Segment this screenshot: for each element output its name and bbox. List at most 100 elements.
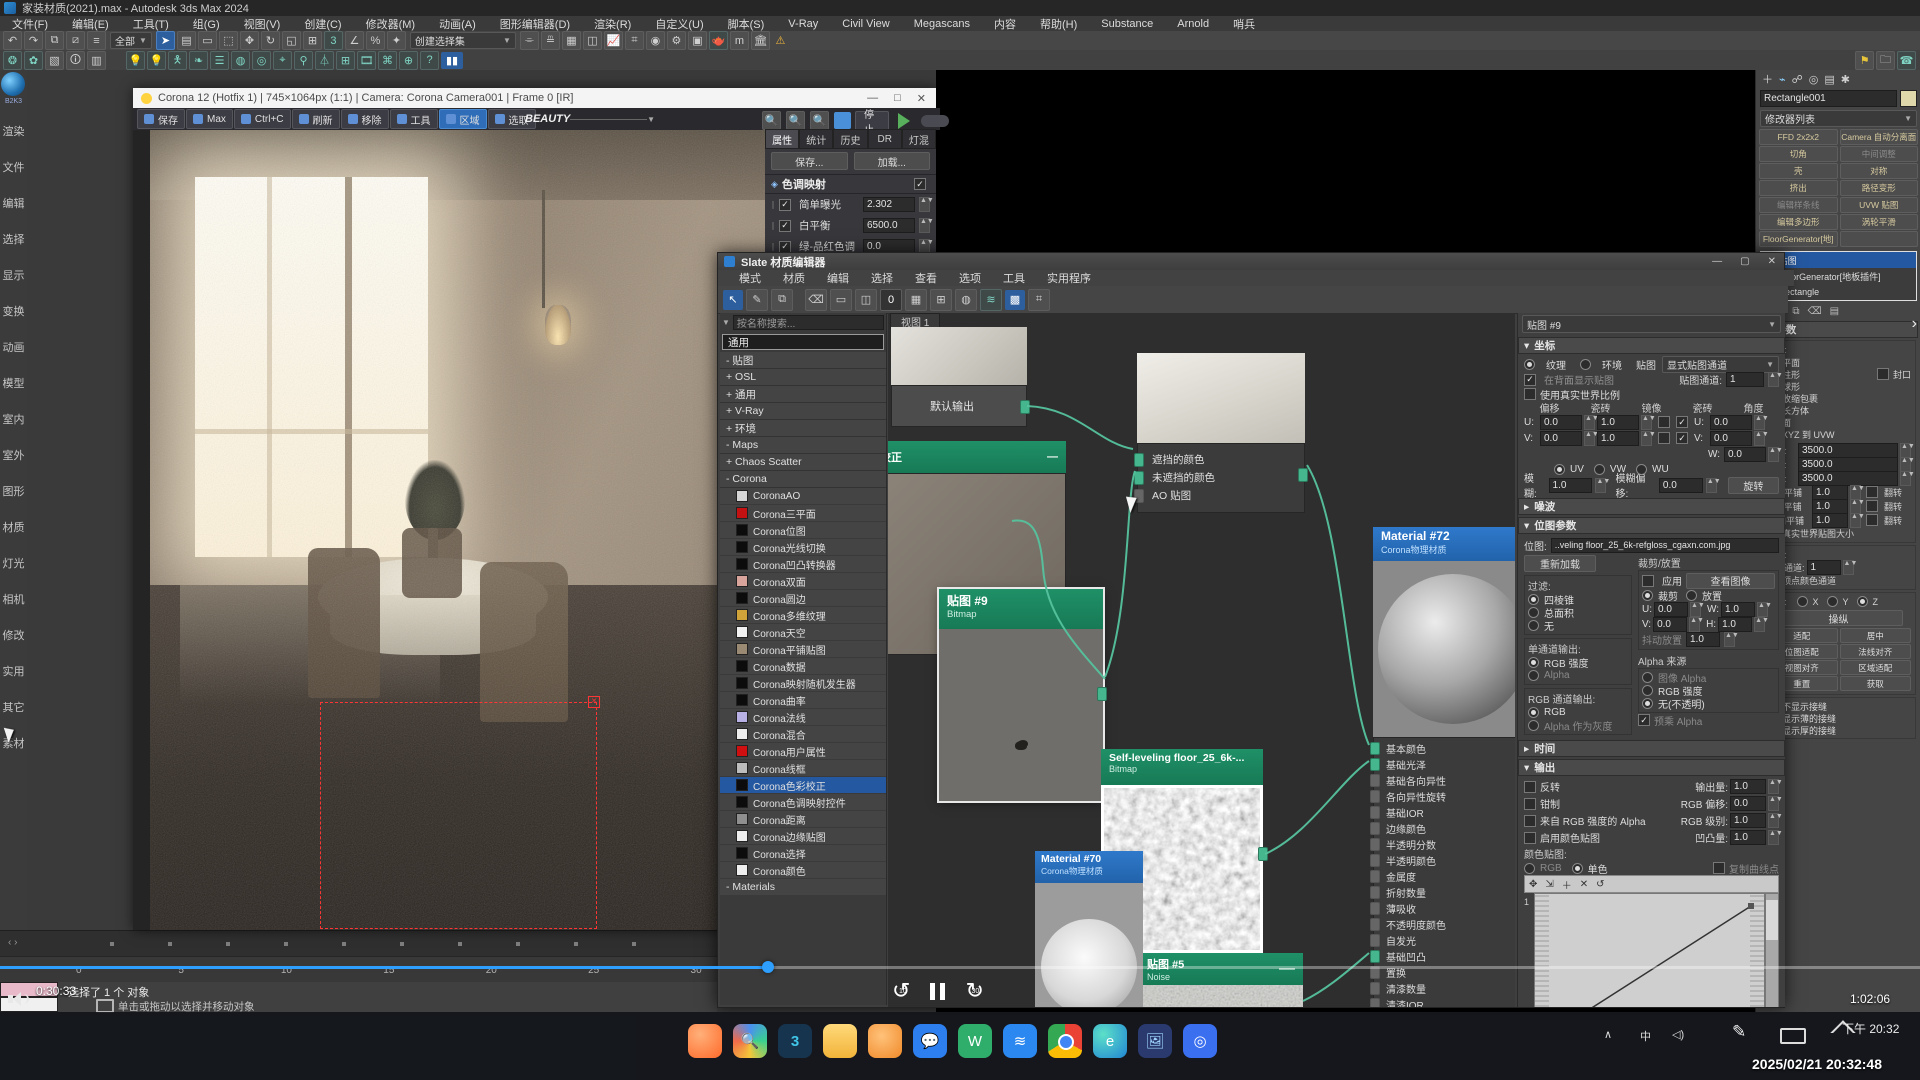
node-corona-ao[interactable]: 遮挡的颜色 未遮挡的颜色 AO 贴图	[1137, 353, 1305, 513]
vfb-tone-mapping-header[interactable]: 色调映射	[782, 176, 826, 192]
input-socket[interactable]	[1370, 774, 1380, 787]
mirror-icon[interactable]: ⌯	[520, 31, 539, 50]
taskbar-app-3dsmax[interactable]: 3	[778, 1024, 812, 1058]
pause-button[interactable]	[930, 983, 945, 1000]
browser-map-item[interactable]: Corona用户属性	[720, 743, 886, 760]
crop-h-field[interactable]: 1.0	[1718, 617, 1752, 632]
modifier-button[interactable]	[1840, 231, 1919, 247]
volume-button[interactable]	[8, 992, 29, 1006]
sidebar-item[interactable]: 动画	[0, 330, 27, 366]
browser-map-item[interactable]: Corona天空	[720, 624, 886, 641]
menu-item[interactable]: 图形编辑器(D)	[488, 16, 582, 32]
stack-remove-icon[interactable]: ⌫	[1808, 306, 1822, 317]
tile-field[interactable]: 1.0	[1812, 485, 1848, 500]
vfb-row-checkbox[interactable]: ✓	[779, 241, 791, 253]
blur-offset-field[interactable]: 0.0	[1659, 478, 1703, 493]
rotate-icon[interactable]: ↻	[261, 31, 280, 50]
graphite-icon[interactable]: ◫	[583, 31, 602, 50]
bitmap-path-field[interactable]: ..veling floor_25_6k-refgloss_cgaxn.com.…	[1551, 538, 1779, 553]
menu-item[interactable]: 组(G)	[181, 16, 232, 32]
browser-map-item[interactable]: Corona圆边	[720, 590, 886, 607]
output-rollout[interactable]: ▾输出	[1518, 759, 1785, 776]
browser-category[interactable]: - Maps	[720, 437, 886, 454]
environ-radio[interactable]	[1580, 359, 1591, 370]
render-icon[interactable]: 🫖	[709, 31, 728, 50]
crop-u-field[interactable]: 0.0	[1654, 602, 1688, 617]
taskbar-app-edge[interactable]: e	[1093, 1024, 1127, 1058]
redo-icon[interactable]: ↷	[24, 31, 43, 50]
browser-category[interactable]: + Chaos Scatter	[720, 454, 886, 471]
tool-globe-icon[interactable]: ⊕	[399, 51, 418, 70]
sidebar-item[interactable]: 室外	[0, 438, 27, 474]
axis-radio[interactable]	[1827, 596, 1838, 607]
modifier-button[interactable]: Camera 自动分离面	[1840, 129, 1919, 145]
filter-radio[interactable]	[1528, 620, 1539, 631]
map9-output-socket[interactable]	[1097, 687, 1107, 701]
v-tiling-field[interactable]: 1.0	[1597, 431, 1639, 446]
tool-net-icon[interactable]: ⌘	[378, 51, 397, 70]
w-angle-field[interactable]: 0.0	[1724, 447, 1766, 462]
view-image-button[interactable]: 查看图像	[1686, 573, 1775, 589]
ao-output-socket[interactable]	[1298, 468, 1308, 482]
cmd-map-channel-field[interactable]: 1	[1807, 560, 1841, 575]
browser-category[interactable]: + OSL	[720, 369, 886, 386]
tool-video-icon[interactable]: 🎞	[357, 51, 376, 70]
stack-unique-icon[interactable]: ⧉	[1792, 306, 1799, 317]
tile-spinner[interactable]: ▲▼	[1850, 513, 1861, 528]
align-button[interactable]: 区域适配	[1840, 660, 1912, 675]
browser-header-general[interactable]: 通用	[722, 334, 884, 350]
node-material70[interactable]: Material #70 Corona物理材质	[1035, 851, 1143, 1007]
v-angle-field[interactable]: 0.0	[1710, 431, 1752, 446]
blur-field[interactable]: 1.0	[1549, 478, 1593, 493]
time-rollout[interactable]: ▸时间	[1518, 740, 1785, 757]
select-region-icon[interactable]: ▭	[198, 31, 217, 50]
slate-delete-icon[interactable]: ⌫	[805, 289, 827, 311]
alpha-radio[interactable]	[1642, 685, 1653, 696]
sidebar-item[interactable]: 灯光	[0, 546, 27, 582]
dimension-spinner[interactable]: ▲▼	[1900, 443, 1911, 458]
tool-list-icon[interactable]: ☰	[210, 51, 229, 70]
tray-ime-icon[interactable]: 中	[1640, 1028, 1651, 1044]
browser-map-item[interactable]: Corona三平面	[720, 505, 886, 522]
browser-map-item[interactable]: Corona映射随机发生器	[720, 675, 886, 692]
script-icon-4[interactable]: 🛈	[66, 51, 85, 70]
v-offset-field[interactable]: 0.0	[1540, 431, 1582, 446]
script-icon-3[interactable]: ▧	[45, 51, 64, 70]
browser-category[interactable]: - Corona	[720, 471, 886, 488]
slate-material-id-icon[interactable]: ◍	[955, 289, 977, 311]
vfb-tab[interactable]: 属性	[765, 129, 799, 149]
slate-menu-item[interactable]: 工具	[992, 270, 1036, 286]
slate-menu-item[interactable]: 编辑	[816, 270, 860, 286]
collapse-icon[interactable]: —	[1047, 451, 1058, 463]
input-socket[interactable]	[1370, 806, 1380, 819]
sidebar-item[interactable]: 相机	[0, 582, 27, 618]
coords-rollout[interactable]: ▾坐标	[1518, 337, 1785, 354]
rewind-10-button[interactable]: ↺ 10	[892, 978, 910, 1004]
unlink-icon[interactable]: ⧄	[66, 31, 85, 50]
cmd-map-channel-spinner[interactable]: ▲▼	[1843, 560, 1854, 575]
vfb-stop-button[interactable]: 停止	[855, 111, 889, 131]
modifier-button[interactable]: 编辑样条线	[1759, 197, 1838, 213]
vfb-tool-button[interactable]: 刷新	[292, 109, 340, 129]
modifier-button[interactable]: 壳	[1759, 163, 1838, 179]
annotate-pencil-icon[interactable]: ✎	[1732, 1022, 1746, 1042]
vfb-row-spinner[interactable]: ▲▼	[919, 218, 930, 233]
mono-radio[interactable]	[1528, 670, 1539, 681]
vfb-tab[interactable]: 历史	[833, 129, 867, 149]
modifier-button[interactable]: 对称	[1840, 163, 1919, 179]
output-checkbox[interactable]	[1524, 781, 1536, 793]
tab-modify-icon[interactable]: ⌁	[1779, 73, 1786, 86]
place-radio[interactable]	[1686, 590, 1697, 601]
vfb-row-spinner[interactable]: ▲▼	[919, 197, 930, 212]
slate-menu-item[interactable]: 查看	[904, 270, 948, 286]
menu-item[interactable]: 编辑(E)	[60, 16, 121, 32]
node-map9[interactable]: 贴图 #9 Bitmap	[939, 589, 1103, 801]
tool-pin-icon[interactable]: ⚲	[294, 51, 313, 70]
bind-icon[interactable]: ≡	[87, 31, 106, 50]
sidebar-item[interactable]: 文件	[0, 150, 27, 186]
video-progress-track[interactable]	[0, 966, 1920, 969]
menu-item[interactable]: Megascans	[902, 18, 982, 30]
time-slider-strip[interactable]: ‹ ›	[0, 930, 717, 957]
sidebar-item[interactable]: 变换	[0, 294, 27, 330]
crossing-icon[interactable]: ⬚	[219, 31, 238, 50]
